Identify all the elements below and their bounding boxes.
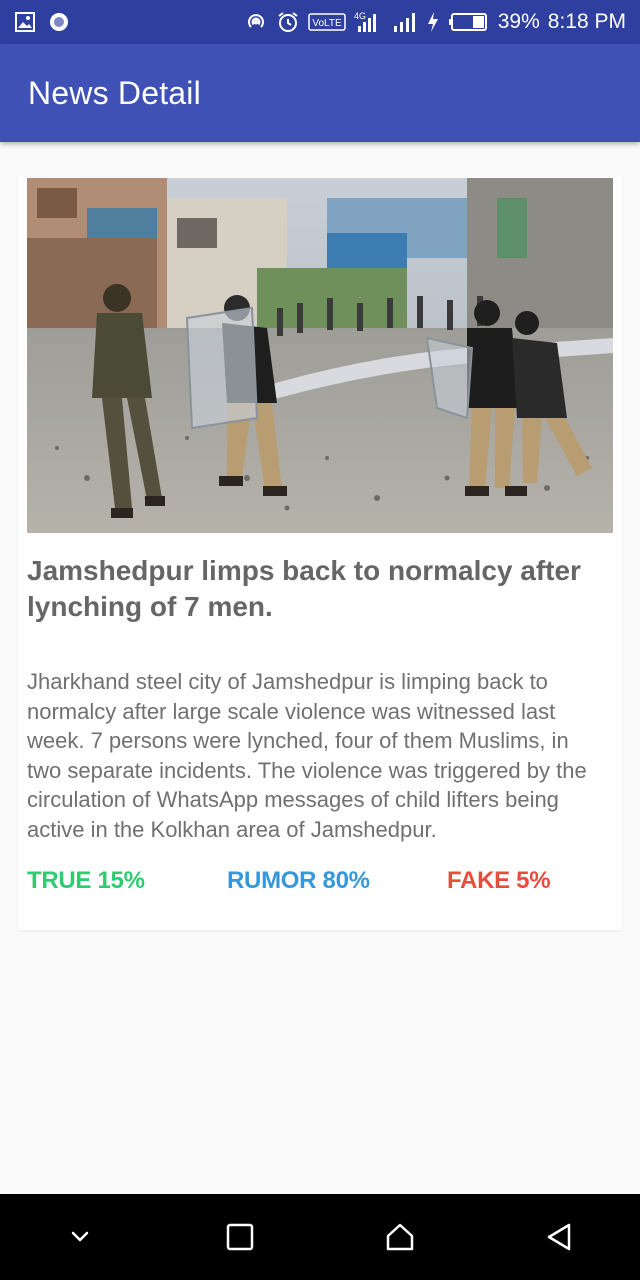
page-title: News Detail: [28, 74, 201, 111]
rumor-percentage: RUMOR 80%: [227, 867, 370, 894]
news-body: Jharkhand steel city of Jamshedpur is li…: [27, 669, 587, 842]
recents-icon[interactable]: [210, 1207, 270, 1267]
volte-icon: VoLTE: [308, 12, 346, 32]
fake-percentage: FAKE 5%: [447, 867, 551, 894]
back-icon[interactable]: [530, 1207, 590, 1267]
clock: 8:18 PM: [547, 10, 626, 33]
navigation-bar: [0, 1194, 640, 1280]
signal-icon: [392, 10, 418, 34]
news-card: Jamshedpur limps back to normalcy after …: [18, 177, 622, 930]
charging-icon: [426, 10, 440, 34]
hotspot-icon: [244, 10, 268, 34]
status-bar: VoLTE 4G 39% 8:18 PM: [0, 0, 640, 44]
alarm-icon: [276, 10, 300, 34]
news-photo: [27, 178, 613, 533]
battery-icon: [448, 11, 490, 33]
home-icon[interactable]: [370, 1207, 430, 1267]
battery-percent: 39%: [497, 10, 540, 33]
svg-text:4G: 4G: [354, 11, 366, 21]
signal-4g-icon: 4G: [354, 10, 384, 34]
news-headline: Jamshedpur limps back to normalcy after …: [27, 555, 581, 622]
gallery-notification-icon: [14, 11, 36, 33]
true-percentage: TRUE 15%: [27, 867, 145, 894]
chevron-down-icon[interactable]: [50, 1207, 110, 1267]
app-bar: News Detail: [0, 44, 640, 142]
svg-text:VoLTE: VoLTE: [312, 18, 342, 29]
record-notification-icon: [48, 11, 70, 33]
